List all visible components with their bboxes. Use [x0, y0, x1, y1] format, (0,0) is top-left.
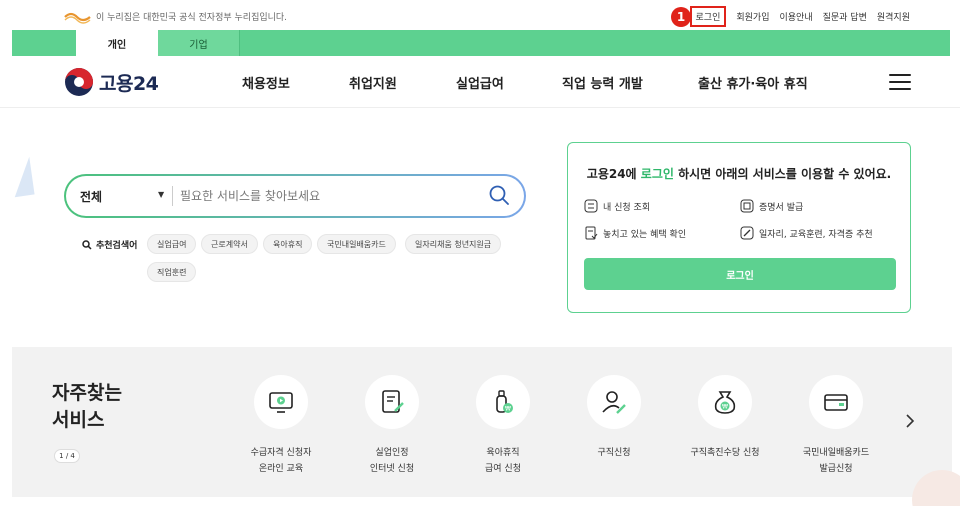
- main-nav: 고용24 채용정보 취업지원 실업급여 직업 능력 개발 출산 휴가·육아 휴직: [0, 56, 960, 108]
- service-label: 증명서 발급: [759, 202, 804, 213]
- service-parental-leave-benefit[interactable]: ₩ 육아휴직 급여 신청: [448, 375, 558, 477]
- service-label: 국민내일배움카드 발급신청: [802, 448, 870, 474]
- brand-name: 고용24: [99, 72, 159, 95]
- nav-employment-support[interactable]: 취업지원: [349, 73, 397, 92]
- checklist-icon: [584, 199, 598, 213]
- search-category-select[interactable]: 전체: [80, 188, 102, 205]
- service-label: 일자리, 교육훈련, 자격증 추천: [759, 229, 873, 240]
- user-type-bar: 개인 기업: [12, 30, 950, 56]
- svg-text:₩: ₩: [722, 404, 728, 411]
- service-training-card[interactable]: 국민내일배움카드 발급신청: [781, 375, 891, 477]
- nav-maternity-leave[interactable]: 출산 휴가·육아 휴직: [698, 73, 808, 92]
- page-indicator: 1 / 4: [54, 449, 80, 463]
- keyword-chip[interactable]: 실업급여: [147, 234, 197, 254]
- login-button[interactable]: 로그인: [584, 258, 896, 290]
- brand-logo[interactable]: 고용24: [64, 67, 159, 97]
- monitor-play-icon: [269, 392, 293, 413]
- divider: [172, 186, 173, 206]
- login-link[interactable]: 로그인: [689, 6, 727, 27]
- guide-link[interactable]: 이용안내: [779, 10, 812, 27]
- person-pen-icon: [602, 391, 626, 414]
- keyword-chip[interactable]: 국민내일배움카드: [317, 234, 396, 254]
- service-label: 구직촉진수당 신청: [690, 448, 760, 458]
- service-label: 놓치고 있는 혜택 확인: [603, 229, 687, 240]
- search-small-icon: [82, 239, 92, 250]
- service-label: 내 신청 조회: [603, 202, 651, 213]
- taegeuk-icon: [65, 68, 93, 96]
- qna-link[interactable]: 질문과 답변: [823, 10, 867, 27]
- gov-notice: 이 누리집은 대한민국 공식 전자정부 누리집입니다.: [96, 13, 288, 23]
- annotation-marker: 1: [671, 7, 691, 27]
- utility-links: 로그인 회원가입 이용안내 질문과 답변 원격지원: [689, 6, 910, 27]
- nav-vocational-training[interactable]: 직업 능력 개발: [562, 73, 643, 92]
- service-job-application[interactable]: 구직신청: [559, 375, 669, 461]
- chevron-right-icon[interactable]: [902, 411, 918, 431]
- title-suffix: 하시면 아래의 서비스를 이용할 수 있어요.: [673, 167, 892, 181]
- svg-text:₩: ₩: [505, 406, 511, 413]
- card-icon: [824, 394, 848, 411]
- frequent-services-section: 자주찾는 서비스 1 / 4 수급자격 신청자 온라인 교육 실업인정 인터넷 …: [12, 347, 952, 497]
- service-job-seeking-allowance[interactable]: ₩ 구직촉진수당 신청: [670, 375, 780, 461]
- service-my-applications[interactable]: 내 신청 조회: [584, 199, 650, 213]
- service-missed-benefits[interactable]: 놓치고 있는 혜택 확인: [584, 226, 686, 240]
- nav-unemployment-benefit[interactable]: 실업급여: [456, 73, 504, 92]
- document-pen-icon: [382, 390, 404, 413]
- title-highlight: 로그인: [640, 167, 674, 181]
- pencil-board-icon: [740, 226, 754, 240]
- service-unemployment-recognition[interactable]: 실업인정 인터넷 신청: [337, 375, 447, 477]
- tab-personal[interactable]: 개인: [76, 30, 158, 56]
- caret-down-icon[interactable]: ▼: [158, 190, 164, 199]
- document-check-icon: [585, 226, 598, 240]
- keyword-chip[interactable]: 육아휴직: [263, 234, 313, 254]
- signup-link[interactable]: 회원가입: [736, 10, 769, 27]
- decorative-shape: [9, 156, 35, 198]
- search-box: 전체 ▼: [64, 174, 526, 218]
- gov-bar: 이 누리집은 대한민국 공식 전자정부 누리집입니다. 로그인 회원가입 이용안…: [0, 0, 960, 30]
- service-online-education[interactable]: 수급자격 신청자 온라인 교육: [226, 375, 336, 477]
- title-prefix: 고용24에: [586, 167, 641, 181]
- login-card-title: 고용24에 로그인 하시면 아래의 서비스를 이용할 수 있어요.: [568, 165, 910, 182]
- keyword-chip[interactable]: 일자리채움 청년지원금: [405, 234, 502, 254]
- service-label: 육아휴직 급여 신청: [485, 448, 521, 474]
- recommended-keywords-label: 추천검색어: [82, 238, 137, 251]
- service-label: 구직신청: [597, 448, 631, 458]
- login-card: 고용24에 로그인 하시면 아래의 서비스를 이용할 수 있어요. 내 신청 조…: [567, 142, 911, 313]
- search-icon[interactable]: [488, 184, 510, 206]
- remote-support-link[interactable]: 원격지원: [877, 10, 910, 27]
- baby-bottle-icon: ₩: [496, 390, 513, 413]
- search-input[interactable]: [180, 184, 470, 208]
- money-bag-icon: ₩: [714, 391, 736, 414]
- service-label: 수급자격 신청자 온라인 교육: [250, 448, 312, 474]
- keyword-chip[interactable]: 근로계약서: [201, 234, 258, 254]
- recommended-label-text: 추천검색어: [96, 241, 138, 251]
- service-recommendations[interactable]: 일자리, 교육훈련, 자격증 추천: [740, 226, 873, 240]
- service-label: 실업인정 인터넷 신청: [369, 448, 415, 474]
- gov-logo-icon: [64, 12, 91, 24]
- keyword-chip[interactable]: 직업훈련: [147, 262, 197, 282]
- nav-job-info[interactable]: 채용정보: [242, 73, 290, 92]
- printer-icon: [740, 199, 754, 213]
- section-title: 자주찾는 서비스: [52, 382, 122, 431]
- service-certificate[interactable]: 증명서 발급: [740, 199, 803, 213]
- hamburger-menu-icon[interactable]: [889, 74, 911, 90]
- tab-business[interactable]: 기업: [158, 30, 240, 56]
